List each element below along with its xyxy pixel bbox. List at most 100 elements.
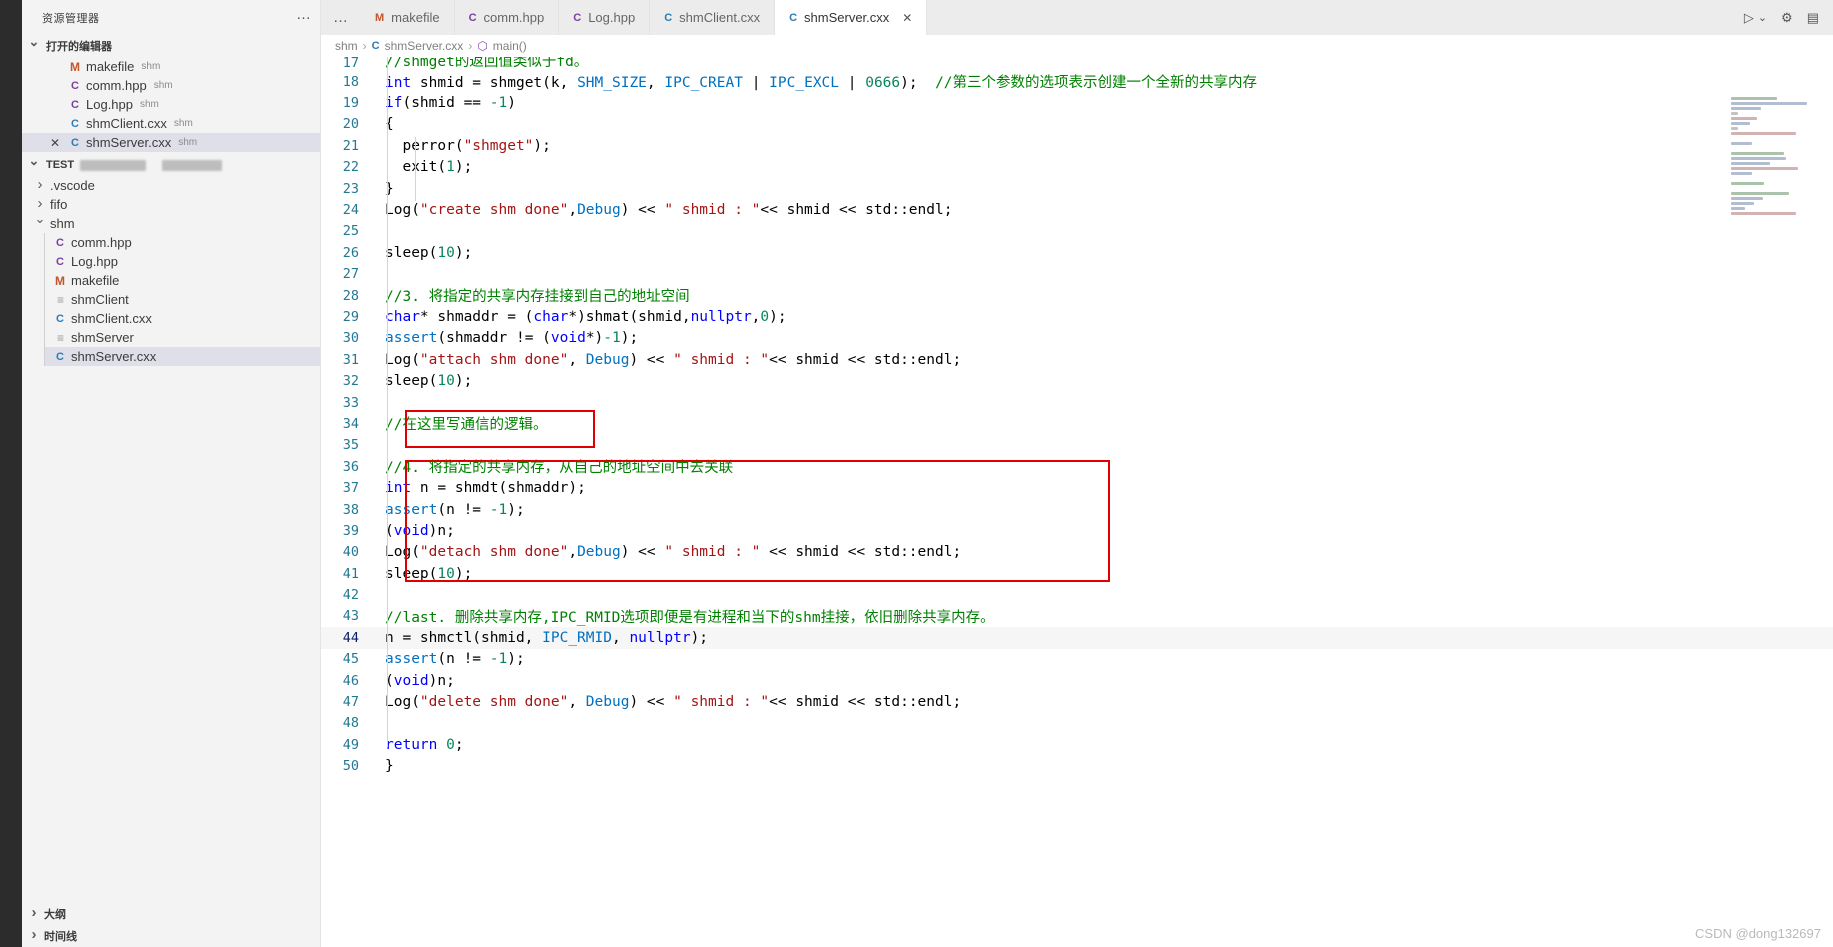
code-line[interactable]: 20 { [321, 114, 1833, 135]
code-line[interactable]: 42 [321, 584, 1833, 605]
code-line[interactable]: 30 assert(shmaddr != (void*)-1); [321, 328, 1833, 349]
file-item-shmserver-cxx[interactable]: C shmServer.cxx [44, 347, 320, 366]
code-line[interactable]: 33 [321, 392, 1833, 413]
code-line[interactable]: 39 (void)n; [321, 520, 1833, 541]
chevron-right-icon[interactable] [32, 199, 48, 211]
activity-bar[interactable] [0, 0, 22, 947]
tab-comm-hpp[interactable]: C comm.hpp [454, 0, 560, 35]
open-editor-desc: shm [178, 137, 198, 148]
code-line[interactable]: 35 [321, 435, 1833, 456]
chevron-down-icon[interactable] [26, 160, 42, 171]
file-item-log-hpp[interactable]: C Log.hpp [44, 252, 320, 271]
tab-log-hpp[interactable]: C Log.hpp [559, 0, 651, 35]
line-content: if(shmid == -1) [385, 95, 516, 112]
code-line[interactable]: 43 //last. 删除共享内存,IPC_RMID选项即便是有进程和当下的sh… [321, 606, 1833, 627]
close-icon[interactable]: ✕ [44, 136, 66, 150]
code-line[interactable]: 26 sleep(10); [321, 242, 1833, 263]
code-line[interactable]: 17 //shmget的返回值类似于fd。 [321, 57, 1833, 71]
code-line[interactable]: 19 if(shmid == -1) [321, 92, 1833, 113]
close-icon[interactable]: ✕ [902, 11, 912, 25]
line-number: 20 [342, 116, 359, 133]
open-editor-item-shmserver-cxx[interactable]: ✕ C shmServer.cxx shm [22, 133, 320, 152]
folder-fifo[interactable]: fifo [22, 195, 320, 214]
code-line[interactable]: 21 perror("shmget"); [321, 135, 1833, 156]
code-line[interactable]: 36 //4. 将指定的共享内存，从自己的地址空间中去关联 [321, 456, 1833, 477]
tab-shmclient-cxx[interactable]: C shmClient.cxx [650, 0, 776, 35]
chevron-right-icon[interactable] [26, 930, 42, 942]
editor-tab-bar: … M makefile C comm.hpp C Log.hpp C shmC… [321, 0, 1833, 35]
line-number: 43 [342, 608, 359, 625]
editor-scrollbar-vertical[interactable] [1819, 92, 1833, 947]
file-item-makefile[interactable]: M makefile [44, 271, 320, 290]
section-outline[interactable]: 大纲 [22, 903, 320, 925]
breadcrumb-file[interactable]: shmServer.cxx [385, 39, 464, 53]
cpp-source-icon: C [56, 312, 64, 325]
code-line[interactable]: 31 Log("attach shm done", Debug) << " sh… [321, 349, 1833, 370]
tabbar-more-icon[interactable]: … [321, 0, 361, 35]
cpp-source-icon: C [71, 117, 79, 130]
file-item-shmclient-cxx[interactable]: C shmClient.cxx [44, 309, 320, 328]
code-line-current[interactable]: 44 n = shmctl(shmid, IPC_RMID, nullptr); [321, 627, 1833, 649]
code-line[interactable]: 47 Log("delete shm done", Debug) << " sh… [321, 691, 1833, 712]
section-timeline[interactable]: 时间线 [22, 925, 320, 947]
function-symbol-icon: ⬡ [477, 39, 488, 53]
gear-icon[interactable]: ⚙ [1781, 10, 1793, 26]
section-open-editors[interactable]: 打开的编辑器 [22, 35, 320, 57]
code-line[interactable]: 27 [321, 264, 1833, 285]
file-item-comm-hpp[interactable]: C comm.hpp [44, 233, 320, 252]
line-number: 40 [342, 544, 359, 561]
chevron-right-icon[interactable] [32, 180, 48, 192]
folder-vscode[interactable]: .vscode [22, 176, 320, 195]
code-line[interactable]: 46 (void)n; [321, 670, 1833, 691]
code-line[interactable]: 34 //在这里写通信的逻辑。 [321, 413, 1833, 434]
code-line[interactable]: 38 assert(n != -1); [321, 499, 1833, 520]
code-line[interactable]: 22 exit(1); [321, 157, 1833, 178]
open-editor-item-comm-hpp[interactable]: C comm.hpp shm [22, 76, 320, 95]
code-line[interactable]: 32 sleep(10); [321, 370, 1833, 391]
explorer-more-actions-icon[interactable]: … [296, 7, 312, 26]
code-line[interactable]: 37 int n = shmdt(shmaddr); [321, 477, 1833, 498]
tab-shmserver-cxx[interactable]: C shmServer.cxx ✕ [775, 0, 928, 35]
chevron-right-icon[interactable] [26, 908, 42, 920]
line-number: 36 [342, 458, 359, 475]
tab-makefile[interactable]: M makefile [361, 0, 455, 35]
line-number: 18 [342, 73, 359, 90]
makefile-icon: M [55, 273, 65, 288]
code-line[interactable]: 18 int shmid = shmget(k, SHM_SIZE, IPC_C… [321, 71, 1833, 92]
line-content: //在这里写通信的逻辑。 [385, 417, 548, 434]
run-code-icon[interactable]: ▷ [1744, 10, 1754, 26]
file-item-shmserver[interactable]: ≡ shmServer [44, 328, 320, 347]
code-line[interactable]: 50 } [321, 756, 1833, 777]
open-editor-item-makefile[interactable]: M makefile shm [22, 57, 320, 76]
line-number: 33 [342, 394, 359, 411]
folder-shm[interactable]: shm [22, 214, 320, 233]
code-editor[interactable]: 17 //shmget的返回值类似于fd。 18 int shmid = shm… [321, 57, 1833, 947]
chevron-down-icon[interactable]: ⌄ [1758, 11, 1767, 24]
split-editor-icon[interactable]: ▤ [1807, 10, 1819, 26]
code-line[interactable]: 49 return 0; [321, 734, 1833, 755]
code-line[interactable]: 41 sleep(10); [321, 563, 1833, 584]
open-editor-item-log-hpp[interactable]: C Log.hpp shm [22, 95, 320, 114]
code-line[interactable]: 48 [321, 713, 1833, 734]
line-content: exit(1); [402, 159, 473, 176]
breadcrumb-symbol[interactable]: main() [493, 39, 527, 53]
section-workspace-root[interactable]: TEST [22, 154, 320, 176]
code-line[interactable]: 25 [321, 221, 1833, 242]
open-editor-item-shmclient-cxx[interactable]: C shmClient.cxx shm [22, 114, 320, 133]
breadcrumb-folder[interactable]: shm [335, 39, 358, 53]
line-content: sleep(10); [385, 244, 473, 261]
chevron-down-icon[interactable] [26, 41, 42, 52]
code-line[interactable]: 28 //3. 将指定的共享内存挂接到自己的地址空间 [321, 285, 1833, 306]
code-line[interactable]: 23 } [321, 178, 1833, 199]
line-number: 21 [342, 137, 359, 154]
file-item-shmclient[interactable]: ≡ shmClient [44, 290, 320, 309]
minimap[interactable] [1731, 97, 1819, 217]
code-line[interactable]: 45 assert(n != -1); [321, 649, 1833, 670]
code-line[interactable]: 24 Log("create shm done",Debug) << " shm… [321, 199, 1833, 220]
code-line[interactable]: 29 char* shmaddr = (char*)shmat(shmid,nu… [321, 306, 1833, 327]
watermark: CSDN @dong132697 [1695, 926, 1821, 941]
line-number: 19 [342, 95, 359, 112]
chevron-down-icon[interactable] [32, 218, 48, 229]
code-line[interactable]: 40 Log("detach shm done",Debug) << " shm… [321, 542, 1833, 563]
line-content: assert(shmaddr != (void*)-1); [385, 330, 639, 347]
